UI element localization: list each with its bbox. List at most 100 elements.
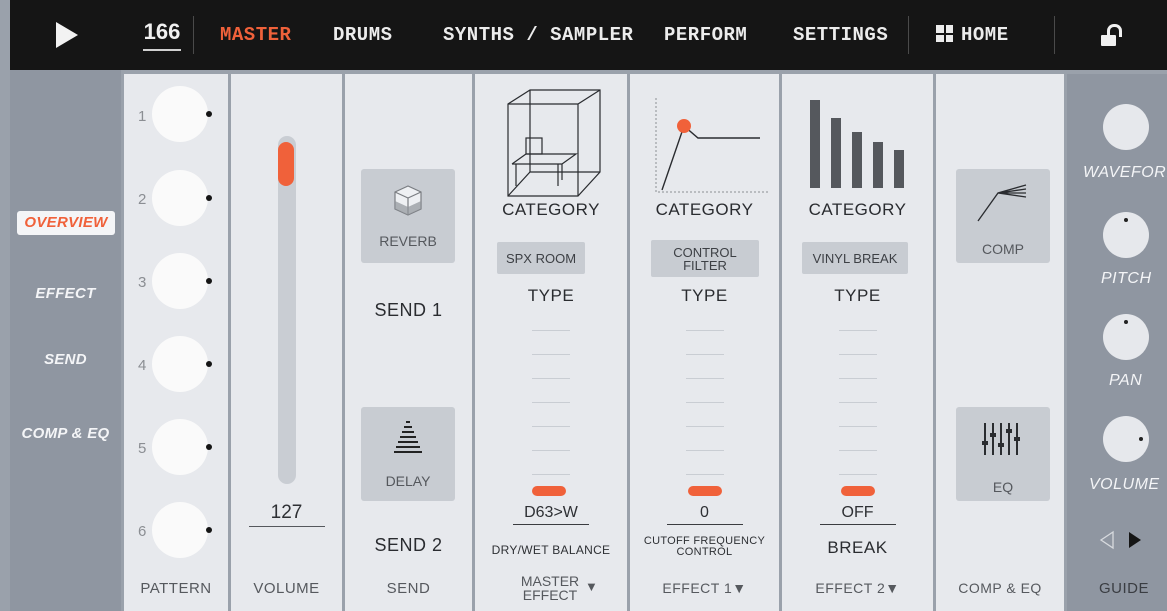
sidebar-nav: OVERVIEW EFFECT SEND COMP & EQ (10, 70, 121, 611)
eq-button[interactable]: EQ (956, 407, 1050, 501)
guide-volume-label: VOLUME (1089, 476, 1160, 493)
effect1-dropdown[interactable]: EFFECT 1▼ (630, 580, 779, 596)
pattern-indicator (206, 527, 212, 533)
pattern-knob-5[interactable] (152, 419, 208, 475)
master-param-slider[interactable] (532, 486, 566, 496)
master-type-selector[interactable]: SPX ROOM (497, 242, 585, 274)
reverb-button[interactable]: REVERB (361, 169, 455, 263)
send-panel: REVERB SEND 1 DELAY SEND 2 SEND (345, 74, 472, 611)
guide-pitch-label: PITCH (1101, 270, 1152, 287)
master-param-name: DRY/WET BALANCE (491, 543, 611, 557)
effect1-category-label: CATEGORY (655, 200, 754, 219)
pattern-indicator (206, 111, 212, 117)
home-button[interactable]: HOME (936, 0, 1009, 70)
effect1-param-value: 0 (666, 504, 743, 525)
divider (908, 16, 909, 54)
effect1-type-selector[interactable]: CONTROL FILTER (651, 240, 759, 277)
unlock-icon[interactable] (1101, 24, 1122, 46)
guide-waveform-label: WAVEFORI (1083, 164, 1167, 181)
effect2-param-name: BREAK (827, 538, 888, 557)
pattern-panel: 1 2 3 4 5 6 PATTERN (124, 74, 228, 611)
volume-value: 127 (248, 502, 325, 527)
tab-drums[interactable]: DRUMS (333, 0, 393, 70)
master-effect-label-2: EFFECT (522, 587, 578, 603)
tab-master[interactable]: MASTER (220, 0, 291, 70)
effect2-type-label: TYPE (834, 286, 881, 305)
pattern-knob-3[interactable] (152, 253, 208, 309)
pattern-number: 6 (138, 523, 147, 540)
guide-pan-label: PAN (1109, 372, 1143, 389)
effect1-type-value: CONTROL (673, 244, 737, 260)
nav-effect[interactable]: EFFECT (10, 285, 121, 302)
eq-label: EQ (992, 479, 1014, 495)
pattern-indicator (206, 278, 212, 284)
master-effect-label-1: MASTER (520, 573, 580, 589)
effect2-param-value: OFF (819, 504, 896, 525)
pitch-knob[interactable] (1103, 212, 1149, 258)
prev-arrow-icon[interactable] (1099, 530, 1114, 550)
pattern-number: 1 (138, 108, 147, 125)
volume-knob[interactable] (1103, 416, 1149, 462)
master-type-label: TYPE (527, 286, 575, 305)
pattern-knob-1[interactable] (152, 86, 208, 142)
play-icon[interactable] (56, 22, 78, 48)
volume-panel: 127 VOLUME (231, 74, 342, 611)
next-arrow-icon[interactable] (1129, 532, 1141, 548)
eq-sliders-icon (982, 423, 1020, 455)
delay-label: DELAY (385, 473, 431, 489)
effect1-panel: CATEGORY CONTROL FILTER TYPE 0 CUTOFF FR… (630, 74, 779, 611)
pattern-knob-2[interactable] (152, 170, 208, 226)
nav-comp-eq[interactable]: COMP & EQ (10, 425, 121, 442)
room-icon (507, 89, 601, 197)
effect1-param-slider[interactable] (687, 486, 722, 496)
top-bar: 166 MASTER DRUMS SYNTHS / SAMPLER PERFOR… (10, 0, 1167, 70)
pattern-number: 5 (138, 440, 147, 457)
master-category-label: CATEGORY (502, 200, 600, 219)
pattern-indicator (206, 361, 212, 367)
volume-label: VOLUME (253, 580, 320, 597)
send2-label: SEND 2 (374, 535, 443, 555)
tab-settings[interactable]: SETTINGS (793, 0, 888, 70)
comp-curve-icon (977, 184, 1027, 222)
comp-label: COMP (982, 241, 1024, 257)
guide-arrows (1099, 530, 1141, 550)
effect1-type-value-2: FILTER (683, 257, 727, 273)
tempo-display[interactable]: 166 (143, 17, 181, 51)
effect1-param-name: CUTOFF FREQUENCY CONTROL (630, 536, 779, 558)
comp-eq-panel: COMP EQ COMP & EQ (936, 74, 1064, 611)
home-label: HOME (961, 24, 1009, 46)
dropdown-arrow-icon[interactable]: ▼ (585, 579, 598, 594)
delay-button[interactable]: DELAY (361, 407, 455, 501)
reverb-cube-icon (394, 185, 422, 216)
pattern-number: 3 (138, 274, 147, 291)
volume-fader-track[interactable] (277, 136, 296, 484)
grid-icon (936, 25, 953, 42)
effect2-param-slider[interactable] (840, 486, 875, 496)
comp-eq-section-label: COMP & EQ (958, 580, 1042, 596)
nav-send[interactable]: SEND (10, 351, 121, 368)
tab-synths-sampler[interactable]: SYNTHS / SAMPLER (443, 0, 633, 70)
nav-overview[interactable]: OVERVIEW (17, 211, 115, 235)
effect2-category-label: CATEGORY (808, 200, 907, 219)
effect2-type-value: VINYL BREAK (812, 250, 898, 266)
divider (193, 16, 194, 54)
effect2-dropdown[interactable]: EFFECT 2▼ (782, 580, 933, 596)
effect1-param-line-2: CONTROL (676, 546, 733, 558)
pattern-knob-4[interactable] (152, 336, 208, 392)
reverb-label: REVERB (379, 233, 437, 249)
pattern-label: PATTERN (140, 580, 212, 597)
effect2-panel: CATEGORY VINYL BREAK TYPE OFF BREAK EFFE… (782, 74, 933, 611)
pattern-knob-6[interactable] (152, 502, 208, 558)
comp-button[interactable]: COMP (956, 169, 1050, 263)
effect2-type-selector[interactable]: VINYL BREAK (802, 242, 908, 274)
send-section-label: SEND (386, 580, 431, 597)
tab-perform[interactable]: PERFORM (664, 0, 747, 70)
delay-stack-icon (394, 421, 422, 453)
master-effect-dropdown[interactable]: MASTER EFFECT (505, 574, 595, 602)
pan-knob[interactable] (1103, 314, 1149, 360)
volume-fader-handle[interactable] (278, 142, 294, 187)
waveform-knob[interactable] (1103, 104, 1149, 150)
pattern-number: 2 (138, 191, 147, 208)
master-effect-panel: CATEGORY SPX ROOM TYPE D63>W DRY/WET BAL… (475, 74, 627, 611)
guide-panel: WAVEFORI PITCH PAN VOLUME GUIDE (1067, 74, 1167, 611)
